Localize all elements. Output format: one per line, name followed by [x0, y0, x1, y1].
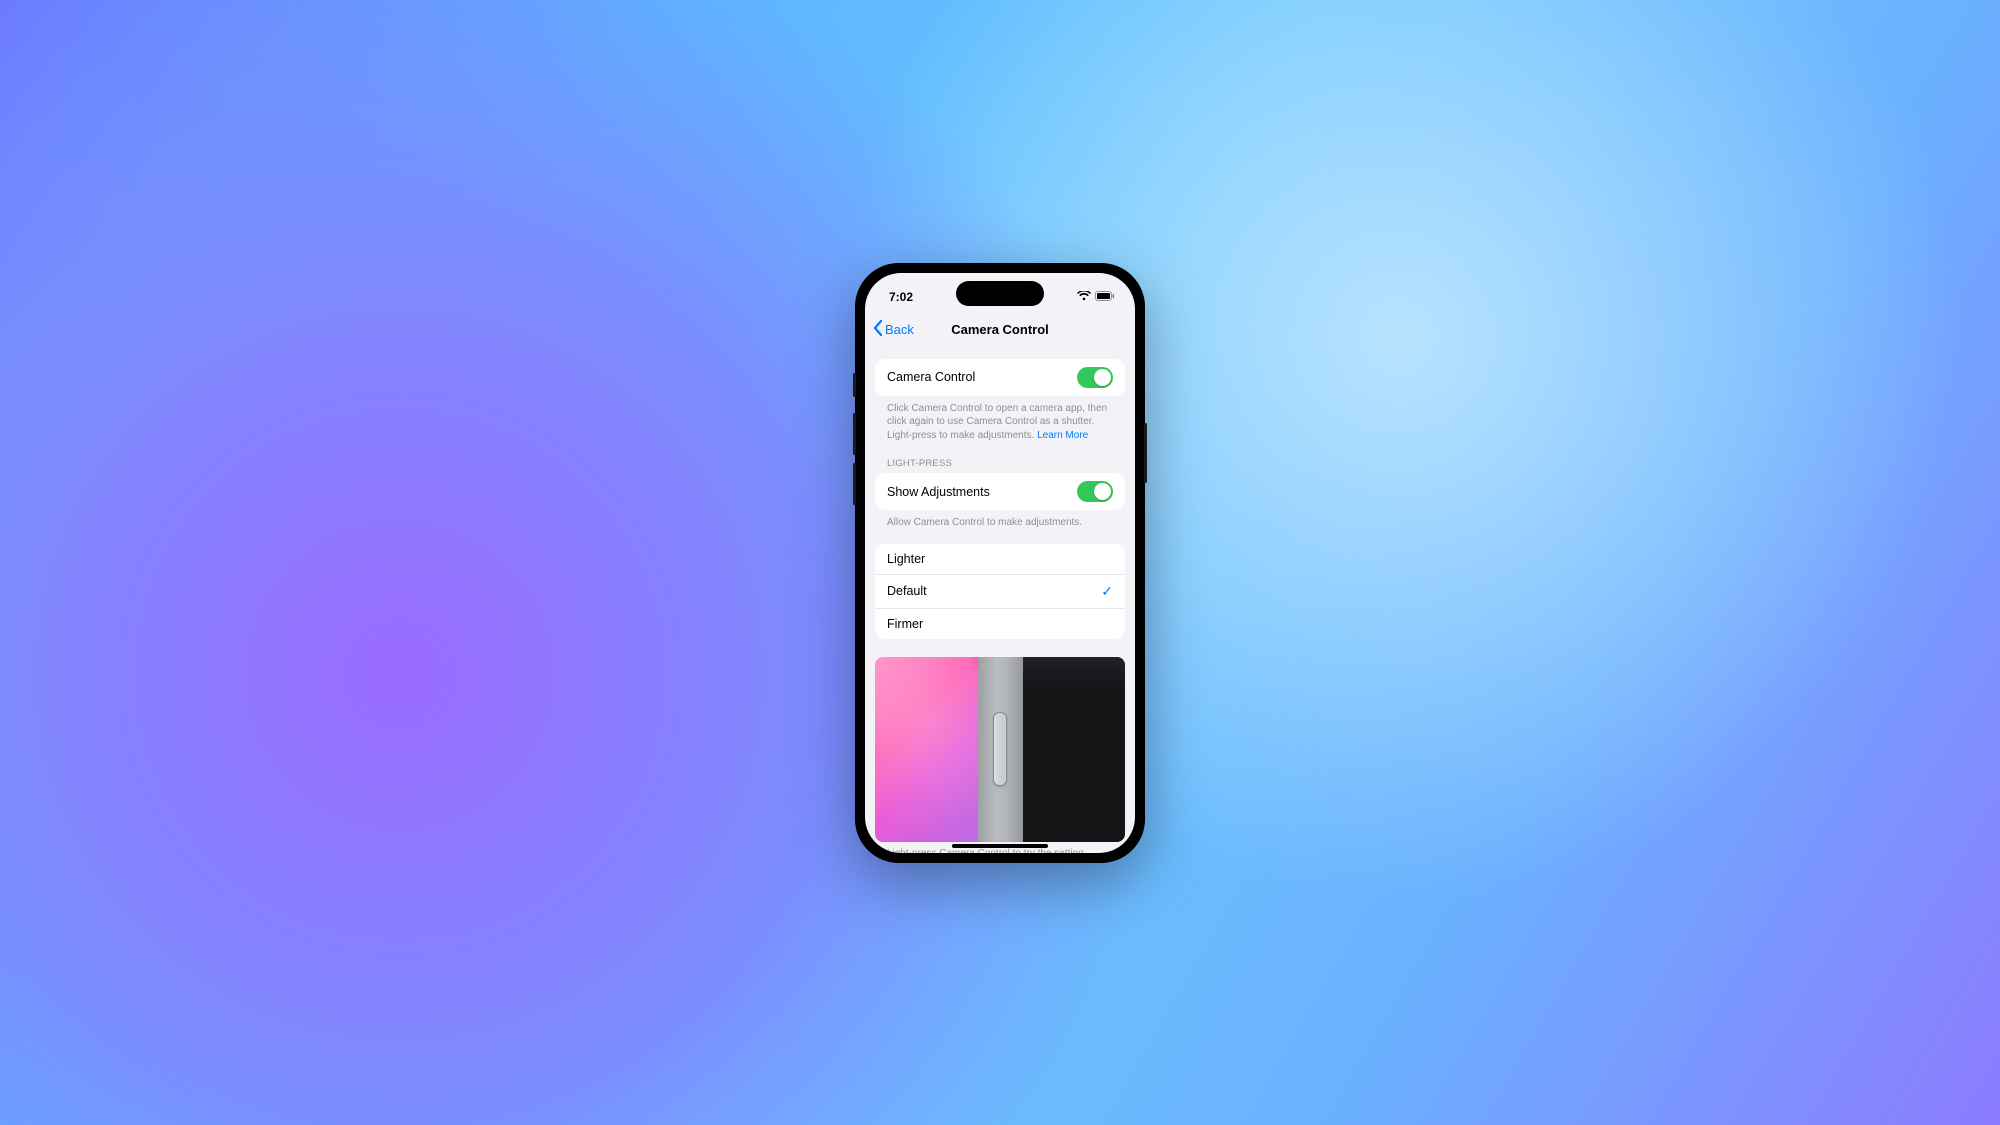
- checkmark-icon: ✓: [1101, 583, 1113, 600]
- back-label: Back: [885, 322, 914, 337]
- show-adjustments-label: Show Adjustments: [887, 485, 990, 499]
- wifi-icon: [1077, 290, 1091, 304]
- option-label: Default: [887, 584, 927, 598]
- option-label: Lighter: [887, 552, 925, 566]
- camera-control-footer: Click Camera Control to open a camera ap…: [875, 396, 1125, 443]
- row-firmer[interactable]: Firmer: [875, 609, 1125, 639]
- row-show-adjustments: Show Adjustments: [875, 473, 1125, 510]
- preview-wallpaper: [875, 657, 978, 842]
- learn-more-link[interactable]: Learn More: [1037, 430, 1088, 441]
- preview-panel: [875, 657, 1125, 842]
- status-time: 7:02: [889, 290, 913, 304]
- home-indicator[interactable]: [952, 844, 1048, 848]
- section-header-light-press: LIGHT-PRESS: [875, 442, 1125, 473]
- row-lighter[interactable]: Lighter: [875, 544, 1125, 575]
- side-button: [853, 373, 856, 397]
- row-default[interactable]: Default ✓: [875, 575, 1125, 609]
- preview-frame-edge: [978, 657, 1023, 842]
- camera-control-toggle[interactable]: [1077, 367, 1113, 388]
- option-label: Firmer: [887, 617, 923, 631]
- side-button: [853, 463, 856, 505]
- nav-bar: Back Camera Control: [865, 313, 1135, 347]
- camera-control-label: Camera Control: [887, 370, 975, 384]
- preview-dark-area: [1023, 657, 1126, 842]
- phone-frame: 7:02 Back Camera Control: [855, 263, 1145, 863]
- dynamic-island: [956, 281, 1044, 306]
- group-show-adjustments: Show Adjustments: [875, 473, 1125, 510]
- show-adjustments-footer: Allow Camera Control to make adjustments…: [875, 510, 1125, 530]
- screen: 7:02 Back Camera Control: [865, 273, 1135, 853]
- chevron-left-icon: [873, 320, 883, 339]
- back-button[interactable]: Back: [873, 320, 914, 339]
- camera-control-button-graphic: [993, 712, 1007, 786]
- battery-icon: [1095, 290, 1115, 304]
- side-button: [1144, 423, 1147, 483]
- content: Camera Control Click Camera Control to o…: [865, 359, 1135, 853]
- group-sensitivity: Lighter Default ✓ Firmer: [875, 544, 1125, 639]
- group-camera-control: Camera Control: [875, 359, 1125, 396]
- side-button: [853, 413, 856, 455]
- row-camera-control: Camera Control: [875, 359, 1125, 396]
- show-adjustments-toggle[interactable]: [1077, 481, 1113, 502]
